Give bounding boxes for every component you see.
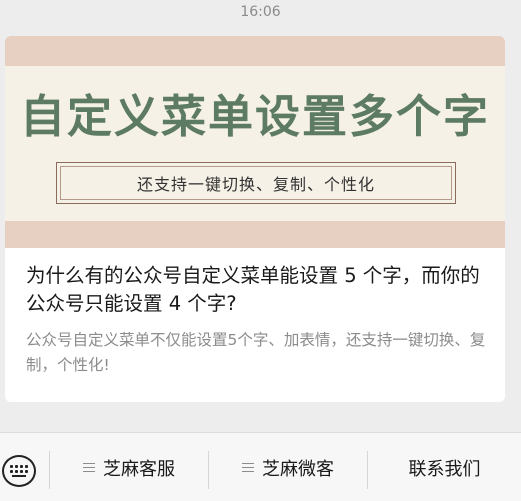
menu-item-label: 芝麻客服 (103, 458, 175, 480)
article-digest: 公众号自定义菜单不仅能设置5个字、加表情，还支持一键切换、复制，个性化! (26, 331, 486, 374)
menu-lines-icon (83, 462, 95, 473)
status-time: 16:06 (240, 4, 281, 20)
menu-lines-icon (242, 462, 254, 473)
custom-menu-bar: 芝麻客服 芝麻微客 联系我们 (0, 432, 521, 501)
article-card[interactable]: 自定义菜单设置多个字 还支持一键切换、复制、个性化 为什么有的公众号自定义菜单能… (5, 36, 505, 402)
menu-item-zhima-service[interactable]: 芝麻客服 (50, 433, 208, 501)
article-headline: 为什么有的公众号自定义菜单能设置 5 个字，而你的公众号只能设置 4 个字? (26, 264, 480, 315)
menu-item-label: 芝麻微客 (262, 458, 334, 480)
cover-subtitle-inner-frame: 还支持一键切换、复制、个性化 (60, 166, 452, 200)
cover-subtitle-frame: 还支持一键切换、复制、个性化 (56, 162, 456, 204)
cover-subtitle: 还支持一键切换、复制、个性化 (136, 175, 375, 194)
article-cover: 自定义菜单设置多个字 还支持一键切换、复制、个性化 (5, 36, 505, 248)
cover-title: 自定义菜单设置多个字 (19, 90, 490, 143)
menu-item-contact-us[interactable]: 联系我们 (368, 433, 521, 501)
cover-banner: 自定义菜单设置多个字 还支持一键切换、复制、个性化 (5, 66, 505, 221)
menu-item-label: 联系我们 (408, 458, 481, 480)
menu-item-zhima-weike[interactable]: 芝麻微客 (209, 433, 367, 501)
keyboard-icon[interactable] (2, 455, 36, 487)
